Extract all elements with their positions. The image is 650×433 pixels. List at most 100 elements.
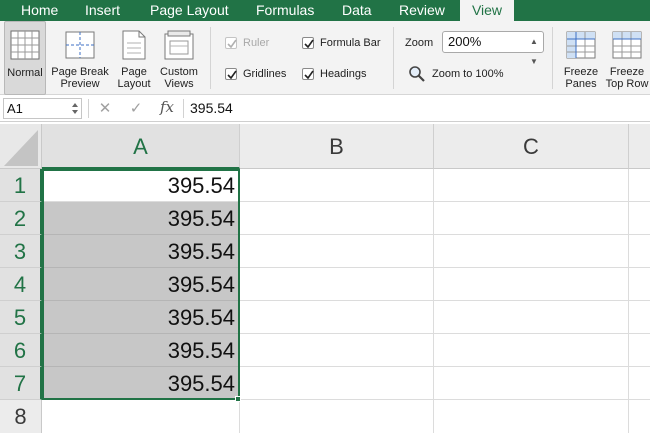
cell-d4[interactable] [629,268,650,301]
column-header-a[interactable]: A [42,124,240,169]
cell-c4[interactable] [434,268,629,301]
tab-home[interactable]: Home [21,0,58,21]
freeze-top-row-button[interactable]: Freeze Top Row [604,21,650,95]
tab-insert[interactable]: Insert [85,0,120,21]
formula-bar: A1 ✕ ✓ fx 395.54 [0,95,650,122]
freeze-panes-label-1: Freeze [563,66,599,78]
ribbon-separator [552,27,553,89]
cell-d6[interactable] [629,334,650,367]
row-header-3[interactable]: 3 [0,235,42,268]
zoom-select[interactable]: 200% ▲ ▼ [442,31,544,66]
ribbon-view-panel: Normal Page Break Preview Page Layout Cu… [0,21,650,95]
gridlines-label: Gridlines [243,68,287,80]
headings-label: Headings [320,68,367,80]
custom-views-label-1: Custom [160,66,198,78]
column-header-c[interactable]: C [434,124,629,169]
cell-a5[interactable]: 395.54 [42,301,240,334]
cell-a1[interactable]: 395.54 [42,169,240,202]
cell-a7[interactable]: 395.54 [42,367,240,400]
page-break-label-2: Preview [60,78,100,90]
cell-a2[interactable]: 395.54 [42,202,240,235]
magnifier-icon [409,66,425,82]
cell-c5[interactable] [434,301,629,334]
cell-a3[interactable]: 395.54 [42,235,240,268]
name-box-value: A1 [7,101,23,116]
page-layout-icon [122,30,146,60]
cell-b8[interactable] [240,400,434,433]
cell-c8[interactable] [434,400,629,433]
ribbon-tab-bar: Home Insert Page Layout Formulas Data Re… [0,0,650,21]
cell-c3[interactable] [434,235,629,268]
cell-d1[interactable] [629,169,650,202]
fill-handle[interactable] [235,396,241,402]
formula-bar-divider [183,99,184,118]
row-header-2[interactable]: 2 [0,202,42,235]
normal-view-button[interactable]: Normal [4,21,46,95]
cell-b2[interactable] [240,202,434,235]
formula-bar-label: Formula Bar [320,37,381,49]
ruler-label: Ruler [243,37,270,49]
ribbon-separator [210,27,211,89]
row-header-1[interactable]: 1 [0,169,42,202]
select-all-triangle-icon [4,130,38,166]
formula-input[interactable]: 395.54 [190,98,233,119]
enter-icon[interactable]: ✓ [127,99,145,118]
freeze-panes-button[interactable]: Freeze Panes [559,21,603,95]
zoom-label: Zoom [405,37,434,49]
cell-a8[interactable] [42,400,240,433]
custom-views-button[interactable]: Custom Views [156,21,202,95]
cell-b4[interactable] [240,268,434,301]
chevron-down-icon[interactable]: ▲ ▼ [528,32,540,66]
cell-a4[interactable]: 395.54 [42,268,240,301]
freeze-panes-label-2: Panes [565,78,597,90]
cell-b7[interactable] [240,367,434,400]
cell-d7[interactable] [629,367,650,400]
formula-bar-divider [88,99,89,118]
tab-data[interactable]: Data [342,0,372,21]
worksheet-grid: A B C 1 395.54 2 395.54 3 395.54 4 395.54 5 395.5… [0,124,650,433]
zoom-value: 200% [448,34,482,49]
headings-check-box [302,68,314,80]
freeze-top-row-label-2: Top Row [605,78,649,90]
cancel-icon[interactable]: ✕ [96,99,114,118]
cell-d8[interactable] [629,400,650,433]
select-all-corner[interactable] [0,124,42,169]
freeze-top-row-icon [612,31,642,59]
tab-review[interactable]: Review [399,0,445,21]
row-header-6[interactable]: 6 [0,334,42,367]
gridlines-check-box [225,68,237,80]
cell-b3[interactable] [240,235,434,268]
page-break-preview-button[interactable]: Page Break Preview [49,21,111,95]
cell-c6[interactable] [434,334,629,367]
cell-d2[interactable] [629,202,650,235]
excel-window: Home Insert Page Layout Formulas Data Re… [0,0,650,433]
cell-d5[interactable] [629,301,650,334]
normal-view-icon [10,30,40,60]
freeze-panes-icon [566,31,596,59]
cell-c7[interactable] [434,367,629,400]
name-box[interactable]: A1 [3,98,82,119]
name-box-stepper-icon[interactable] [71,101,79,116]
custom-views-label-2: Views [164,78,194,90]
row-header-5[interactable]: 5 [0,301,42,334]
page-layout-view-button[interactable]: Page Layout [114,21,154,95]
checkmark-icon [304,39,314,49]
tab-page-layout[interactable]: Page Layout [150,0,229,21]
tab-formulas[interactable]: Formulas [256,0,314,21]
cell-a6[interactable]: 395.54 [42,334,240,367]
freeze-top-row-label-1: Freeze [609,66,645,78]
column-header-b[interactable]: B [240,124,434,169]
cell-b1[interactable] [240,169,434,202]
row-header-7[interactable]: 7 [0,367,42,400]
cell-d3[interactable] [629,235,650,268]
row-header-8[interactable]: 8 [0,400,42,433]
cell-b6[interactable] [240,334,434,367]
page-break-label-1: Page Break [51,66,109,78]
column-header-d[interactable] [629,124,650,169]
cell-c2[interactable] [434,202,629,235]
row-header-4[interactable]: 4 [0,268,42,301]
tab-view[interactable]: View [460,0,514,21]
cell-c1[interactable] [434,169,629,202]
insert-function-button[interactable]: fx [160,98,178,119]
cell-b5[interactable] [240,301,434,334]
